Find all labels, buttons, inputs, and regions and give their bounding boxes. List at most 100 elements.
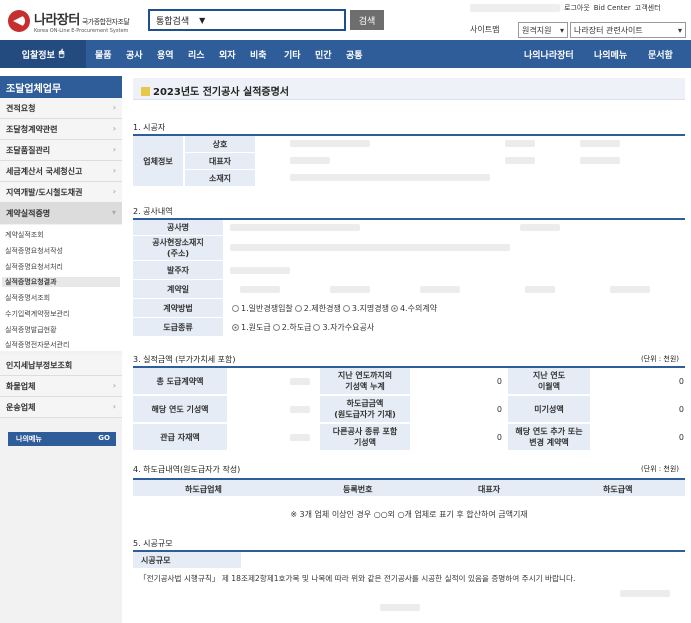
amount-value: 0: [496, 376, 502, 386]
search-button[interactable]: 검색: [350, 10, 384, 30]
section-1-title: 1. 시공자: [133, 123, 166, 132]
nav-item[interactable]: 기타: [284, 48, 301, 61]
chevron-right-icon: ›: [112, 187, 116, 196]
sidebar-sub-item[interactable]: 실적증명요청서처리: [5, 262, 63, 272]
radio-selected-icon[interactable]: [390, 304, 398, 312]
my-menu-button[interactable]: 나의메뉴 GO: [8, 432, 116, 446]
contract-type-radios[interactable]: 1.원도급 2.하도급 3.자가수요공사: [230, 321, 530, 333]
sidebar-item-label: 화물업체: [6, 382, 36, 391]
amount-label: 하도급금액 (원도급자가 기재): [320, 396, 410, 422]
pencil-icon: [141, 87, 150, 96]
radio-icon[interactable]: [294, 304, 302, 312]
sidebar-item[interactable]: 조달청계약관련 ›: [0, 119, 122, 140]
chevron-right-icon: ›: [112, 124, 116, 133]
sidebar-item-label: 운송업체: [6, 403, 36, 412]
sidebar-sub-item[interactable]: 계약실적조회: [5, 230, 44, 240]
select1-value: 원격지원: [522, 25, 552, 35]
sidebar-item[interactable]: 견적요청 ›: [0, 98, 122, 119]
customer-center-link[interactable]: 고객센터: [635, 3, 661, 13]
company-info-header: 업체정보: [133, 136, 183, 186]
sidebar-item[interactable]: 화물업체 ›: [0, 376, 122, 397]
radio-label: 2.제한경쟁: [303, 303, 341, 313]
sidebar-sub-item[interactable]: 실적증명발급현황: [5, 325, 57, 335]
search-type-select[interactable]: 통합검색 ▼: [148, 9, 346, 31]
radio-icon[interactable]: [313, 323, 321, 331]
sidebar-sub-item[interactable]: 실적증명전자문서관리: [5, 340, 69, 350]
user-name-blur: [470, 4, 560, 12]
sidebar-item[interactable]: 운송업체 ›: [0, 397, 122, 418]
nav-item[interactable]: 민간: [315, 48, 332, 61]
field-label: 도급종류: [133, 318, 223, 336]
radio-label: 3.자가수요공사: [322, 322, 375, 332]
logo-title: 나라장터: [34, 12, 80, 28]
logo[interactable]: 나라장터 국가종합전자조달 Korea ON-Line E-Procurement…: [8, 8, 138, 34]
radio-label: 1.일반경쟁입찰: [241, 303, 293, 313]
bid-center-link[interactable]: Bid Center: [594, 4, 631, 12]
radio-icon[interactable]: [272, 323, 280, 331]
my-menu-go: GO: [98, 434, 110, 442]
sidebar-sub-item[interactable]: 실적증명요청서작성: [5, 246, 63, 256]
sidebar-item[interactable]: 지역개발/도시철도채권 ›: [0, 182, 122, 203]
section-4-title: 4. 하도급내역(원도급자가 작성) (단위 : 천원): [133, 464, 685, 475]
section-2-title: 2. 공사내역: [133, 207, 173, 216]
remote-support-select[interactable]: 원격지원 ▾: [518, 22, 568, 38]
search-type-label: 통합검색: [156, 16, 190, 27]
field-label: 대표자: [185, 153, 255, 169]
logo-icon: [8, 10, 30, 32]
sidebar-item[interactable]: 인지세납부정보조회: [0, 355, 122, 376]
sidebar-sub-item[interactable]: 실적증명서조회: [5, 293, 50, 303]
nav-item[interactable]: 물품: [95, 48, 112, 61]
chevron-down-icon: ▾: [111, 208, 116, 217]
column-header: 등록번호: [343, 485, 373, 494]
chevron-down-icon: ▾: [677, 25, 682, 35]
column-header: 대표자: [478, 485, 501, 494]
nav-item[interactable]: 공사: [126, 48, 143, 61]
sidebar-sub-item-active[interactable]: 실적증명요청결과: [2, 277, 120, 287]
nav-documents[interactable]: 문서함: [648, 48, 673, 61]
chevron-right-icon: ›: [112, 145, 116, 154]
sidebar-item-active[interactable]: 계약실적증명 ▾: [0, 203, 122, 224]
amount-label: 지난 연도까지의 기성액 누계: [320, 368, 410, 394]
field-label: 계약방법: [133, 299, 223, 317]
amount-label: 관급 자재액: [133, 424, 227, 450]
column-header: 하도급액: [603, 485, 633, 494]
nav-item[interactable]: 외자: [219, 48, 236, 61]
amount-value: 0: [678, 376, 684, 386]
nav-my-menu[interactable]: 나의메뉴: [594, 48, 627, 61]
nav-item[interactable]: 비축: [250, 48, 267, 61]
related-sites-select[interactable]: 나라장터 관련사이트 ▾: [570, 22, 686, 38]
sidebar-item-label: 계약실적증명: [6, 209, 51, 218]
amount-label: 다른공사 종류 포함 기성액: [320, 424, 410, 450]
chevron-right-icon: ›: [112, 103, 116, 112]
sidebar-item[interactable]: 조달품질관리 ›: [0, 140, 122, 161]
certification-text: 「전기공사법 시행규칙」 제 18조제2항제1호가목 및 나목에 따라 위와 같…: [139, 573, 576, 583]
sidebar-item-label: 견적요청: [6, 104, 36, 113]
column-header: 하도급업체: [185, 485, 222, 494]
amount-label: 해당 연도 추가 또는 변경 계약액: [508, 424, 590, 450]
radio-icon[interactable]: [342, 304, 350, 312]
nav-bid-info[interactable]: 입찰정보 🖱: [0, 40, 86, 68]
chevron-right-icon: ›: [112, 402, 116, 411]
radio-selected-icon[interactable]: [232, 323, 239, 331]
nav-item[interactable]: 용역: [157, 48, 174, 61]
nav-my-narajangteo[interactable]: 나의나라장터: [524, 48, 574, 61]
chevron-down-icon: ▾: [559, 25, 564, 35]
sidebar-item[interactable]: 세금계산서 국세청신고 ›: [0, 161, 122, 182]
page-title: 2023년도 전기공사 실적증명서: [153, 87, 289, 98]
sitemap-link[interactable]: 사이트맵: [470, 24, 499, 35]
page-title-bar: 2023년도 전기공사 실적증명서: [133, 78, 685, 100]
field-label: 계약일: [133, 280, 223, 298]
radio-label: 4.수의계약: [399, 303, 438, 313]
sidebar-item-label: 지역개발/도시철도채권: [6, 188, 83, 197]
chevron-right-icon: ›: [112, 166, 116, 175]
amount-value: 0: [678, 432, 684, 442]
field-label: 공사명: [133, 220, 223, 235]
nav-item[interactable]: 리스: [188, 48, 205, 61]
amount-label: 해당 연도 기성액: [133, 396, 227, 422]
logout-link[interactable]: 로그아웃: [564, 3, 590, 13]
sidebar-title: 조달업체업무: [0, 76, 122, 98]
radio-icon[interactable]: [232, 304, 239, 312]
contract-method-radios[interactable]: 1.일반경쟁입찰 2.제한경쟁 3.지명경쟁 4.수의계약: [230, 302, 530, 314]
nav-item[interactable]: 공통: [346, 48, 363, 61]
sidebar-sub-item[interactable]: 수기입력계약정보관리: [5, 309, 69, 319]
